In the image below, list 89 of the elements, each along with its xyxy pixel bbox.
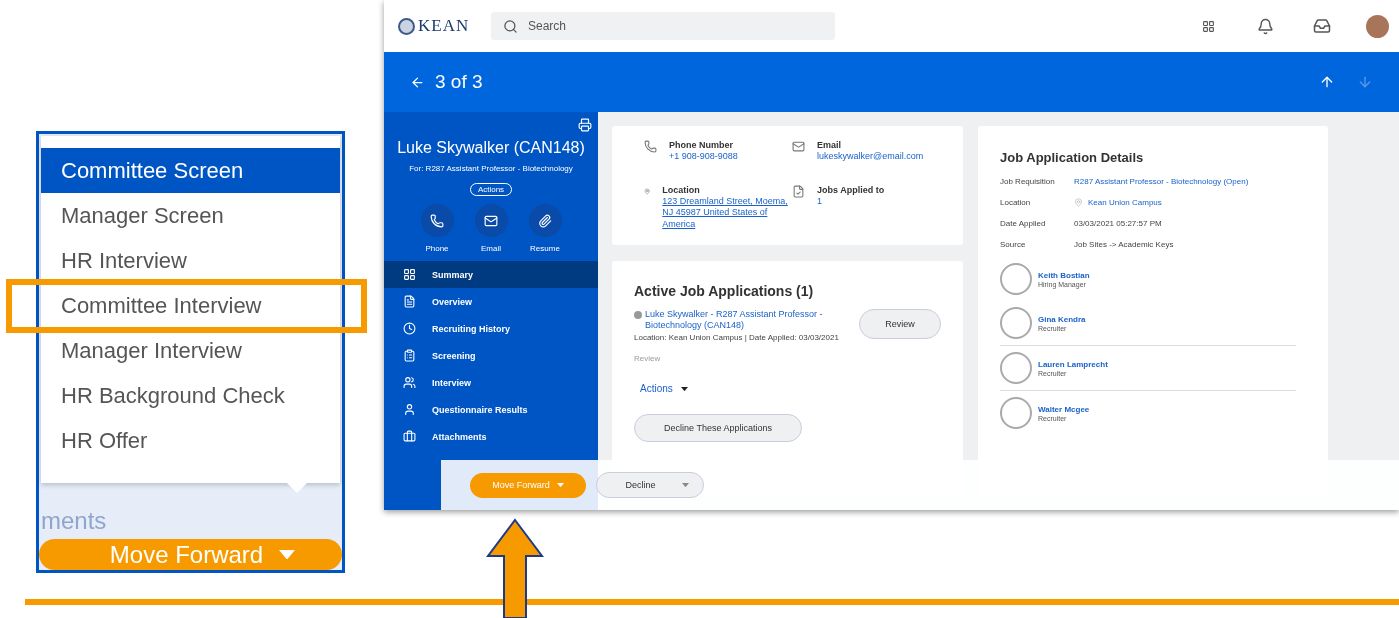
pager-title: 3 of 3 — [435, 71, 483, 93]
print-button[interactable] — [578, 118, 592, 133]
person-link[interactable]: Walter Mcgee — [1038, 404, 1090, 414]
menu-item[interactable]: HR Background Check — [41, 373, 340, 418]
field-label: Location — [1000, 198, 1032, 207]
document-check-icon — [792, 184, 805, 198]
actions-link[interactable]: Actions — [634, 383, 694, 395]
bell-icon — [1256, 17, 1274, 35]
pin-icon — [1074, 198, 1083, 207]
search-field[interactable]: Search — [491, 12, 835, 40]
nav-item[interactable]: Overview — [384, 288, 598, 315]
nav-item[interactable]: Recruiting History — [384, 315, 598, 342]
paperclip-button[interactable] — [528, 204, 562, 237]
nav-item[interactable]: Attachments — [384, 423, 598, 450]
phone-icon — [644, 140, 657, 153]
application-status: Review — [634, 354, 662, 364]
status-dot — [634, 310, 642, 319]
requisition-link[interactable]: R287 Assistant Professor - Biotechnology (Open) — [1074, 177, 1306, 186]
grid-icon — [1201, 19, 1215, 33]
search-input[interactable]: Search — [526, 18, 685, 34]
caret-icon — [681, 482, 689, 488]
person-link[interactable]: Keith Bostian — [1038, 270, 1090, 280]
logo: KEAN — [418, 16, 470, 36]
field-label: Date Applied — [1000, 219, 1047, 228]
mail-icon — [792, 140, 805, 153]
field-label: Jobs Applied to — [817, 184, 885, 195]
grid-icon — [403, 268, 416, 281]
caret-icon — [279, 549, 296, 560]
menu-item[interactable]: Committee Interview — [41, 283, 340, 328]
inbox-icon — [1313, 17, 1331, 35]
search-icon — [503, 18, 518, 34]
phone-button[interactable] — [420, 204, 454, 237]
decline-applications-button[interactable]: Decline These Applications — [634, 414, 802, 443]
review-button[interactable]: Review — [859, 308, 941, 339]
mail-button[interactable] — [474, 204, 508, 237]
mail-icon — [484, 213, 498, 228]
field-value: 03/03/2021 05:27:57 PM — [1074, 219, 1163, 228]
card-title: Job Application Details — [1000, 150, 1145, 165]
application-link[interactable]: Luke Skywalker - R287 Assistant Professor - Biotechnology (CAN148) — [634, 308, 839, 333]
print-icon — [578, 118, 592, 132]
application-meta: Location: Kean Union Campus | Date Applied: 03/03/2021 — [634, 333, 839, 343]
decline-button[interactable]: Decline — [596, 472, 704, 498]
field-label: Job Requisition — [1000, 177, 1056, 186]
action-label: Phone — [425, 244, 449, 253]
menu-item[interactable]: Manager Screen — [41, 193, 340, 238]
contact-link[interactable]: 123 Dreamland Street, Moema, NJ 45987 United States of America — [662, 195, 792, 231]
avatar — [1000, 307, 1032, 339]
briefcase-icon — [403, 430, 416, 443]
document-icon — [403, 295, 416, 308]
avatar — [1000, 397, 1032, 429]
menu-item[interactable]: HR Interview — [41, 238, 340, 283]
avatar — [1000, 263, 1032, 295]
menu-item[interactable]: Manager Interview — [41, 328, 340, 373]
contact-link[interactable]: +1 908-908-9088 — [669, 151, 738, 163]
nav-item[interactable]: Screening — [384, 342, 598, 369]
menu-item[interactable]: HR Offer — [41, 418, 340, 463]
back-icon[interactable] — [410, 74, 425, 90]
people-icon — [403, 376, 416, 389]
field-value: Job Sites -> Academic Keys — [1074, 240, 1175, 249]
seal-icon — [398, 17, 415, 35]
avatar[interactable] — [1366, 14, 1389, 38]
nav-item[interactable]: Interview — [384, 369, 598, 396]
field-label: Location — [662, 184, 701, 195]
candidate-name: Luke Skywalker (CAN148) — [397, 139, 585, 157]
nav-item[interactable]: Summary — [384, 261, 598, 288]
phone-icon — [430, 213, 444, 228]
person-icon — [403, 403, 416, 416]
sidebar-text: ments — [41, 507, 107, 535]
caret-icon — [556, 482, 564, 488]
location-link[interactable]: Kean Union Campus — [1074, 198, 1306, 207]
nav-item[interactable]: Questionnaire Results — [384, 396, 598, 423]
field-label: Source — [1000, 240, 1027, 249]
menu-item[interactable]: Committee Screen — [41, 148, 340, 193]
clipboard-icon — [403, 349, 416, 362]
up-arrow-icon — [486, 518, 544, 618]
action-label: Resume — [530, 244, 560, 253]
candidate-position: For: R287 Assistant Professor - Biotechnology — [409, 164, 573, 173]
caret-icon — [680, 386, 688, 391]
field-label: Phone Number — [669, 140, 734, 150]
paperclip-icon — [538, 213, 552, 228]
contact-link[interactable]: lukeskywalker@email.com — [817, 151, 924, 163]
card-title: Active Job Applications (1) — [634, 282, 815, 299]
action-label: Email — [481, 244, 501, 253]
field-label: Email — [817, 140, 842, 150]
contact-link[interactable]: 1 — [817, 195, 885, 208]
clock-icon — [403, 322, 416, 335]
person-link[interactable]: Gina Kendra — [1038, 314, 1086, 324]
person-link[interactable]: Lauren Lamprecht — [1038, 359, 1108, 369]
avatar — [1000, 352, 1032, 384]
